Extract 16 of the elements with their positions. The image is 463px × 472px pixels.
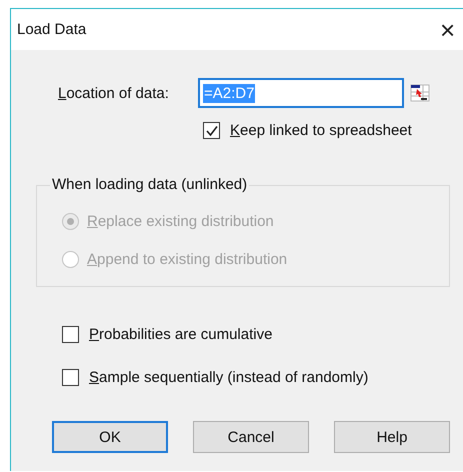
field-label: Location of data: [58, 84, 170, 102]
dialog-button[interactable]: Help [334, 421, 450, 453]
close-button[interactable]: × [440, 18, 462, 40]
dialog-button[interactable]: Cancel [193, 421, 309, 453]
checkbox-label: Sample sequentially (instead of randomly) [89, 369, 368, 386]
radio-label: Replace existing distribution [87, 212, 274, 230]
group-title: When loading data (unlinked) [50, 176, 250, 193]
checkbox-label: Keep linked to spreadsheet [230, 122, 412, 139]
checkbox[interactable] [62, 369, 79, 386]
grid-icon [408, 83, 430, 103]
checkbox[interactable] [203, 122, 220, 139]
radio-label: Append to existing distribution [87, 250, 288, 268]
checkbox-label: Probabilities are cumulative [89, 326, 272, 343]
dialog-button[interactable]: OK [52, 421, 168, 453]
checkbox[interactable] [62, 326, 79, 343]
window-title: Load Data [17, 21, 86, 38]
